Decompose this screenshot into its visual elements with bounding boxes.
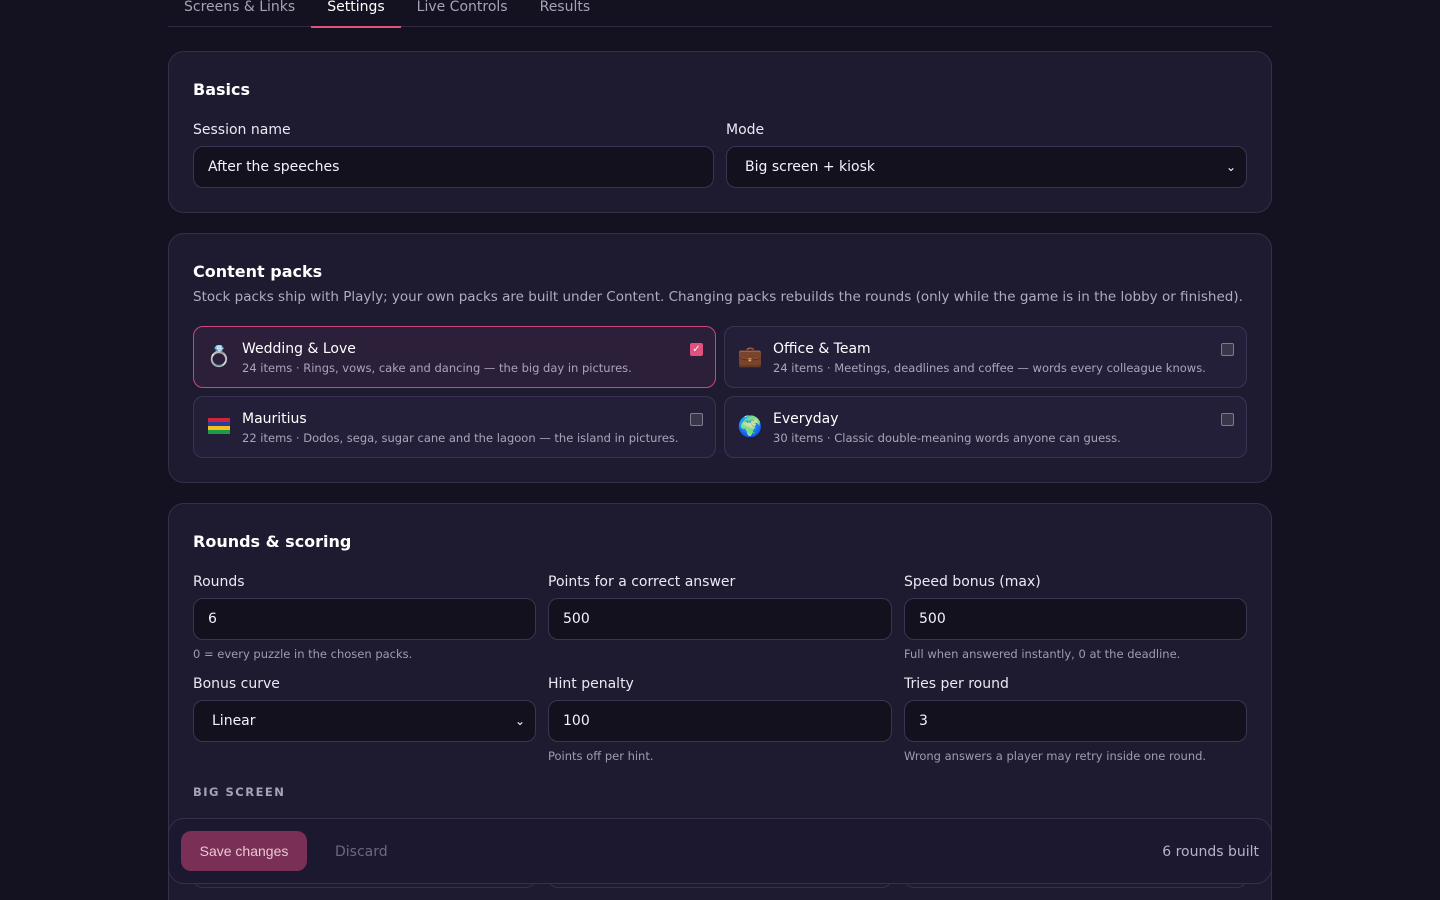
bonus-curve-select[interactable]: Linear ⌄ [193, 700, 536, 742]
pack-wedding-love[interactable]: 💍 Wedding & Love 24 items · Rings, vows,… [193, 326, 716, 388]
pack-mauritius[interactable]: Mauritius 22 items · Dodos, sega, sugar … [193, 396, 716, 458]
hint-penalty-hint: Points off per hint. [548, 749, 654, 763]
discard-button[interactable]: Discard [335, 844, 388, 860]
speed-bonus-hint: Full when answered instantly, 0 at the d… [904, 647, 1181, 661]
big-screen-section-label: BIG SCREEN [193, 785, 286, 799]
pack-meta: 24 items · Meetings, deadlines and coffe… [773, 361, 1206, 375]
rounds-hint: 0 = every puzzle in the chosen packs. [193, 647, 413, 661]
content-packs-card: Content packs Stock packs ship with Play… [168, 233, 1272, 483]
mode-select-value: Big screen + kiosk [745, 159, 875, 175]
points-input[interactable]: 500 [548, 598, 892, 640]
tries-label: Tries per round [904, 676, 1009, 692]
bonus-curve-value: Linear [212, 713, 256, 729]
pack-checkbox[interactable]: ✓ [690, 343, 703, 356]
globe-icon: 🌍 [737, 414, 763, 438]
speed-bonus-label: Speed bonus (max) [904, 574, 1041, 590]
rounds-input[interactable]: 6 [193, 598, 536, 640]
rounds-built-status: 6 rounds built [1162, 844, 1259, 860]
pack-meta: 22 items · Dodos, sega, sugar cane and t… [242, 431, 679, 445]
pack-name: Wedding & Love [242, 341, 356, 357]
pack-name: Mauritius [242, 411, 307, 427]
tab-live-controls[interactable]: Live Controls [401, 0, 524, 27]
tab-settings[interactable]: Settings [311, 0, 402, 28]
mode-select[interactable]: Big screen + kiosk ⌄ [726, 146, 1247, 188]
pack-meta: 24 items · Rings, vows, cake and dancing… [242, 361, 632, 375]
rounds-label: Rounds [193, 574, 245, 590]
save-changes-button[interactable]: Save changes [181, 831, 307, 871]
pack-checkbox[interactable] [1221, 413, 1234, 426]
rounds-scoring-title: Rounds & scoring [193, 532, 352, 551]
bonus-curve-label: Bonus curve [193, 676, 280, 692]
briefcase-icon: 💼 [737, 344, 763, 368]
session-name-label: Session name [193, 122, 291, 138]
pack-checkbox[interactable] [1221, 343, 1234, 356]
pack-everyday[interactable]: 🌍 Everyday 30 items · Classic double-mea… [724, 396, 1247, 458]
basics-title: Basics [193, 80, 251, 99]
mauritius-flag-icon [206, 413, 232, 439]
content-packs-description: Stock packs ship with Playly; your own p… [193, 289, 1243, 305]
points-label: Points for a correct answer [548, 574, 736, 590]
pack-office-team[interactable]: 💼 Office & Team 24 items · Meetings, dea… [724, 326, 1247, 388]
tries-input[interactable]: 3 [904, 700, 1247, 742]
ring-icon: 💍 [206, 344, 232, 368]
pack-meta: 30 items · Classic double-meaning words … [773, 431, 1121, 445]
pack-name: Office & Team [773, 341, 871, 357]
hint-penalty-input[interactable]: 100 [548, 700, 892, 742]
save-bar: Save changes Discard 6 rounds built [168, 818, 1272, 884]
mode-label: Mode [726, 122, 765, 138]
speed-bonus-input[interactable]: 500 [904, 598, 1247, 640]
session-name-input[interactable]: After the speeches [193, 146, 714, 188]
tab-bar: Screens & Links Settings Live Controls R… [168, 0, 1272, 28]
content-packs-title: Content packs [193, 262, 323, 281]
tab-screens-links[interactable]: Screens & Links [168, 0, 311, 27]
hint-penalty-label: Hint penalty [548, 676, 634, 692]
chevron-down-icon: ⌄ [1225, 160, 1236, 174]
tries-hint: Wrong answers a player may retry inside … [904, 749, 1207, 763]
chevron-down-icon: ⌄ [514, 714, 525, 728]
pack-checkbox[interactable] [690, 413, 703, 426]
pack-name: Everyday [773, 411, 839, 427]
tab-results[interactable]: Results [524, 0, 607, 27]
basics-card: Basics Session name After the speeches M… [168, 51, 1272, 213]
